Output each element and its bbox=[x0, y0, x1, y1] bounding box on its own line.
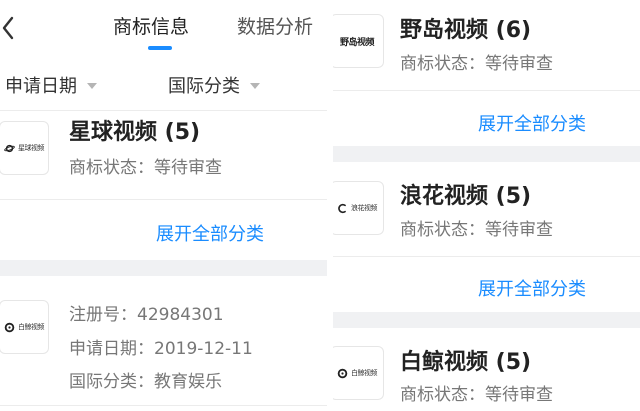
left-panel: 商标信息 数据分析 申请日期 国际分类 星球视频 星球视频 (5) 商标状态：等… bbox=[0, 0, 327, 411]
whale-logo-icon bbox=[4, 322, 15, 332]
trademark-logo[interactable]: 浪花视频 bbox=[333, 181, 384, 235]
filter-intl-class[interactable]: 国际分类 bbox=[168, 72, 260, 98]
right-panel: 野岛视频 野岛视频 (6) 商标状态：等待审查 展开全部分类 浪花视频 浪花视频… bbox=[333, 0, 640, 411]
filter-apply-date-label: 申请日期 bbox=[5, 76, 77, 97]
expand-all-classes-link[interactable]: 展开全部分类 bbox=[478, 110, 586, 136]
wave-logo-icon bbox=[338, 203, 346, 213]
trademark-logo[interactable]: 星球视频 bbox=[0, 121, 49, 175]
trademark-name[interactable]: 星球视频 (5) bbox=[69, 114, 200, 146]
active-tab-indicator bbox=[148, 46, 172, 50]
trademark-status: 商标状态：等待审查 bbox=[400, 220, 553, 240]
logo-wordmark: 白鲸视频 bbox=[351, 369, 378, 377]
logo-wordmark: 野岛视频 bbox=[339, 37, 375, 48]
international-class: 国际分类：教育娱乐 bbox=[69, 372, 222, 392]
filter-divider bbox=[0, 110, 327, 111]
trademark-status: 商标状态：等待审查 bbox=[400, 385, 553, 405]
expand-all-classes-link[interactable]: 展开全部分类 bbox=[156, 220, 264, 246]
trademark-logo[interactable]: 白鲸视频 bbox=[333, 346, 384, 400]
filter-intl-class-label: 国际分类 bbox=[168, 76, 240, 97]
back-chevron-icon[interactable] bbox=[0, 6, 18, 46]
section-separator bbox=[333, 312, 640, 328]
logo-wordmark: 星球视频 bbox=[18, 144, 45, 152]
card-divider bbox=[333, 256, 640, 257]
card-divider bbox=[0, 199, 327, 200]
caret-down-icon bbox=[87, 83, 97, 89]
logo-wordmark: 浪花视频 bbox=[351, 204, 378, 212]
filter-apply-date[interactable]: 申请日期 bbox=[5, 72, 97, 98]
application-date: 申请日期：2019-12-11 bbox=[69, 339, 253, 359]
logo-wordmark: 白鲸视频 bbox=[18, 323, 45, 331]
trademark-name[interactable]: 浪花视频 (5) bbox=[400, 178, 531, 210]
card-divider bbox=[0, 405, 327, 406]
caret-down-icon bbox=[250, 83, 260, 89]
trademark-status: 商标状态：等待审查 bbox=[69, 158, 222, 178]
trademark-name[interactable]: 白鲸视频 (5) bbox=[400, 344, 531, 376]
trademark-logo[interactable]: 野岛视频 bbox=[333, 14, 384, 68]
card-divider bbox=[333, 90, 640, 91]
planet-logo-icon bbox=[4, 144, 15, 152]
tab-trademark-info[interactable]: 商标信息 bbox=[113, 12, 189, 39]
whale-logo-icon bbox=[337, 368, 348, 378]
registration-number: 注册号：42984301 bbox=[69, 305, 224, 325]
trademark-name[interactable]: 野岛视频 (6) bbox=[400, 12, 531, 44]
tab-data-analysis[interactable]: 数据分析 bbox=[237, 12, 313, 39]
trademark-status: 商标状态：等待审查 bbox=[400, 54, 553, 74]
section-separator bbox=[0, 260, 327, 276]
trademark-logo[interactable]: 白鲸视频 bbox=[0, 300, 49, 354]
section-separator bbox=[333, 146, 640, 162]
expand-all-classes-link[interactable]: 展开全部分类 bbox=[478, 275, 586, 301]
